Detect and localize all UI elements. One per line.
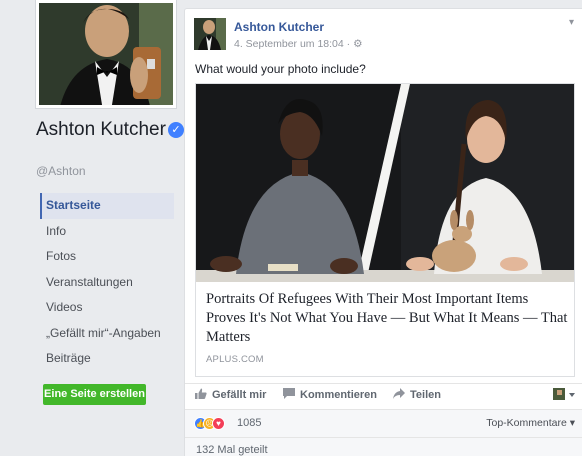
profile-picture[interactable] <box>36 0 176 108</box>
verified-badge-icon: ✓ <box>167 122 184 138</box>
post-card: Ashton Kutcher 4. September um 18:04 · ⚙… <box>184 8 582 456</box>
comment-label: Kommentieren <box>300 389 378 401</box>
nav-item-likes[interactable]: „Gefällt mir“-Angaben <box>40 321 174 347</box>
shares-bar: 132 Mal geteilt <box>185 437 582 456</box>
globe-icon: · ⚙ <box>346 38 363 50</box>
profile-handle[interactable]: @Ashton <box>36 164 86 178</box>
nav-item-videos[interactable]: Videos <box>40 295 174 321</box>
share-button[interactable]: Teilen <box>393 388 441 401</box>
nav-item-startseite[interactable]: Startseite <box>40 193 174 219</box>
nav-item-veranstaltungen[interactable]: Veranstaltungen <box>40 270 174 296</box>
comment-icon <box>283 388 295 399</box>
link-preview-image[interactable] <box>196 84 574 282</box>
post-meta: 4. September um 18:04 · ⚙ <box>234 38 362 50</box>
link-preview-card[interactable]: Portraits Of Refugees With Their Most Im… <box>195 83 575 377</box>
post-actions-bar: Gefällt mir Kommentieren Teilen <box>185 383 582 409</box>
nav-item-info[interactable]: Info <box>40 219 174 245</box>
reactions-bar: 👍☹ ♥ 1085 Top-Kommentare ▾ <box>185 409 582 437</box>
share-label: Teilen <box>410 389 441 401</box>
post-text: What would your photo include? <box>195 62 366 76</box>
caret-down-icon: ▾ <box>566 417 575 429</box>
like-label: Gefällt mir <box>212 389 267 401</box>
chevron-down-icon[interactable]: ▾ <box>569 17 574 28</box>
nav-item-beitraege[interactable]: Beiträge <box>40 346 174 372</box>
nav-item-fotos[interactable]: Fotos <box>40 244 174 270</box>
profile-name: Ashton Kutcher ✓ <box>36 118 186 141</box>
reaction-icons[interactable]: 👍☹ ♥ <box>194 417 225 431</box>
profile-nav: Startseite Info Fotos Veranstaltungen Vi… <box>40 193 174 372</box>
viewer-selector[interactable] <box>553 388 575 402</box>
post-author-avatar[interactable] <box>194 18 226 50</box>
create-page-button[interactable]: Eine Seite erstellen <box>43 384 146 405</box>
share-icon <box>393 388 405 399</box>
thumbs-up-icon <box>195 388 207 399</box>
post-timestamp[interactable]: 4. September um 18:04 <box>234 38 344 50</box>
comment-sort-dropdown[interactable]: Top-Kommentare ▾ <box>486 417 575 429</box>
link-title[interactable]: Portraits Of Refugees With Their Most Im… <box>206 290 568 347</box>
like-button[interactable]: Gefällt mir <box>195 388 266 401</box>
post-author-name[interactable]: Ashton Kutcher <box>234 20 324 34</box>
page-avatar-icon <box>553 388 575 400</box>
profile-name-text: Ashton Kutcher <box>36 119 166 140</box>
share-count[interactable]: 132 Mal geteilt <box>196 444 268 456</box>
link-domain: APLUS.COM <box>206 354 264 365</box>
comment-sort-label: Top-Kommentare <box>486 417 567 429</box>
love-reaction-icon: ♥ <box>212 417 225 430</box>
reaction-count[interactable]: 1085 <box>237 417 261 429</box>
comment-button[interactable]: Kommentieren <box>283 388 377 401</box>
